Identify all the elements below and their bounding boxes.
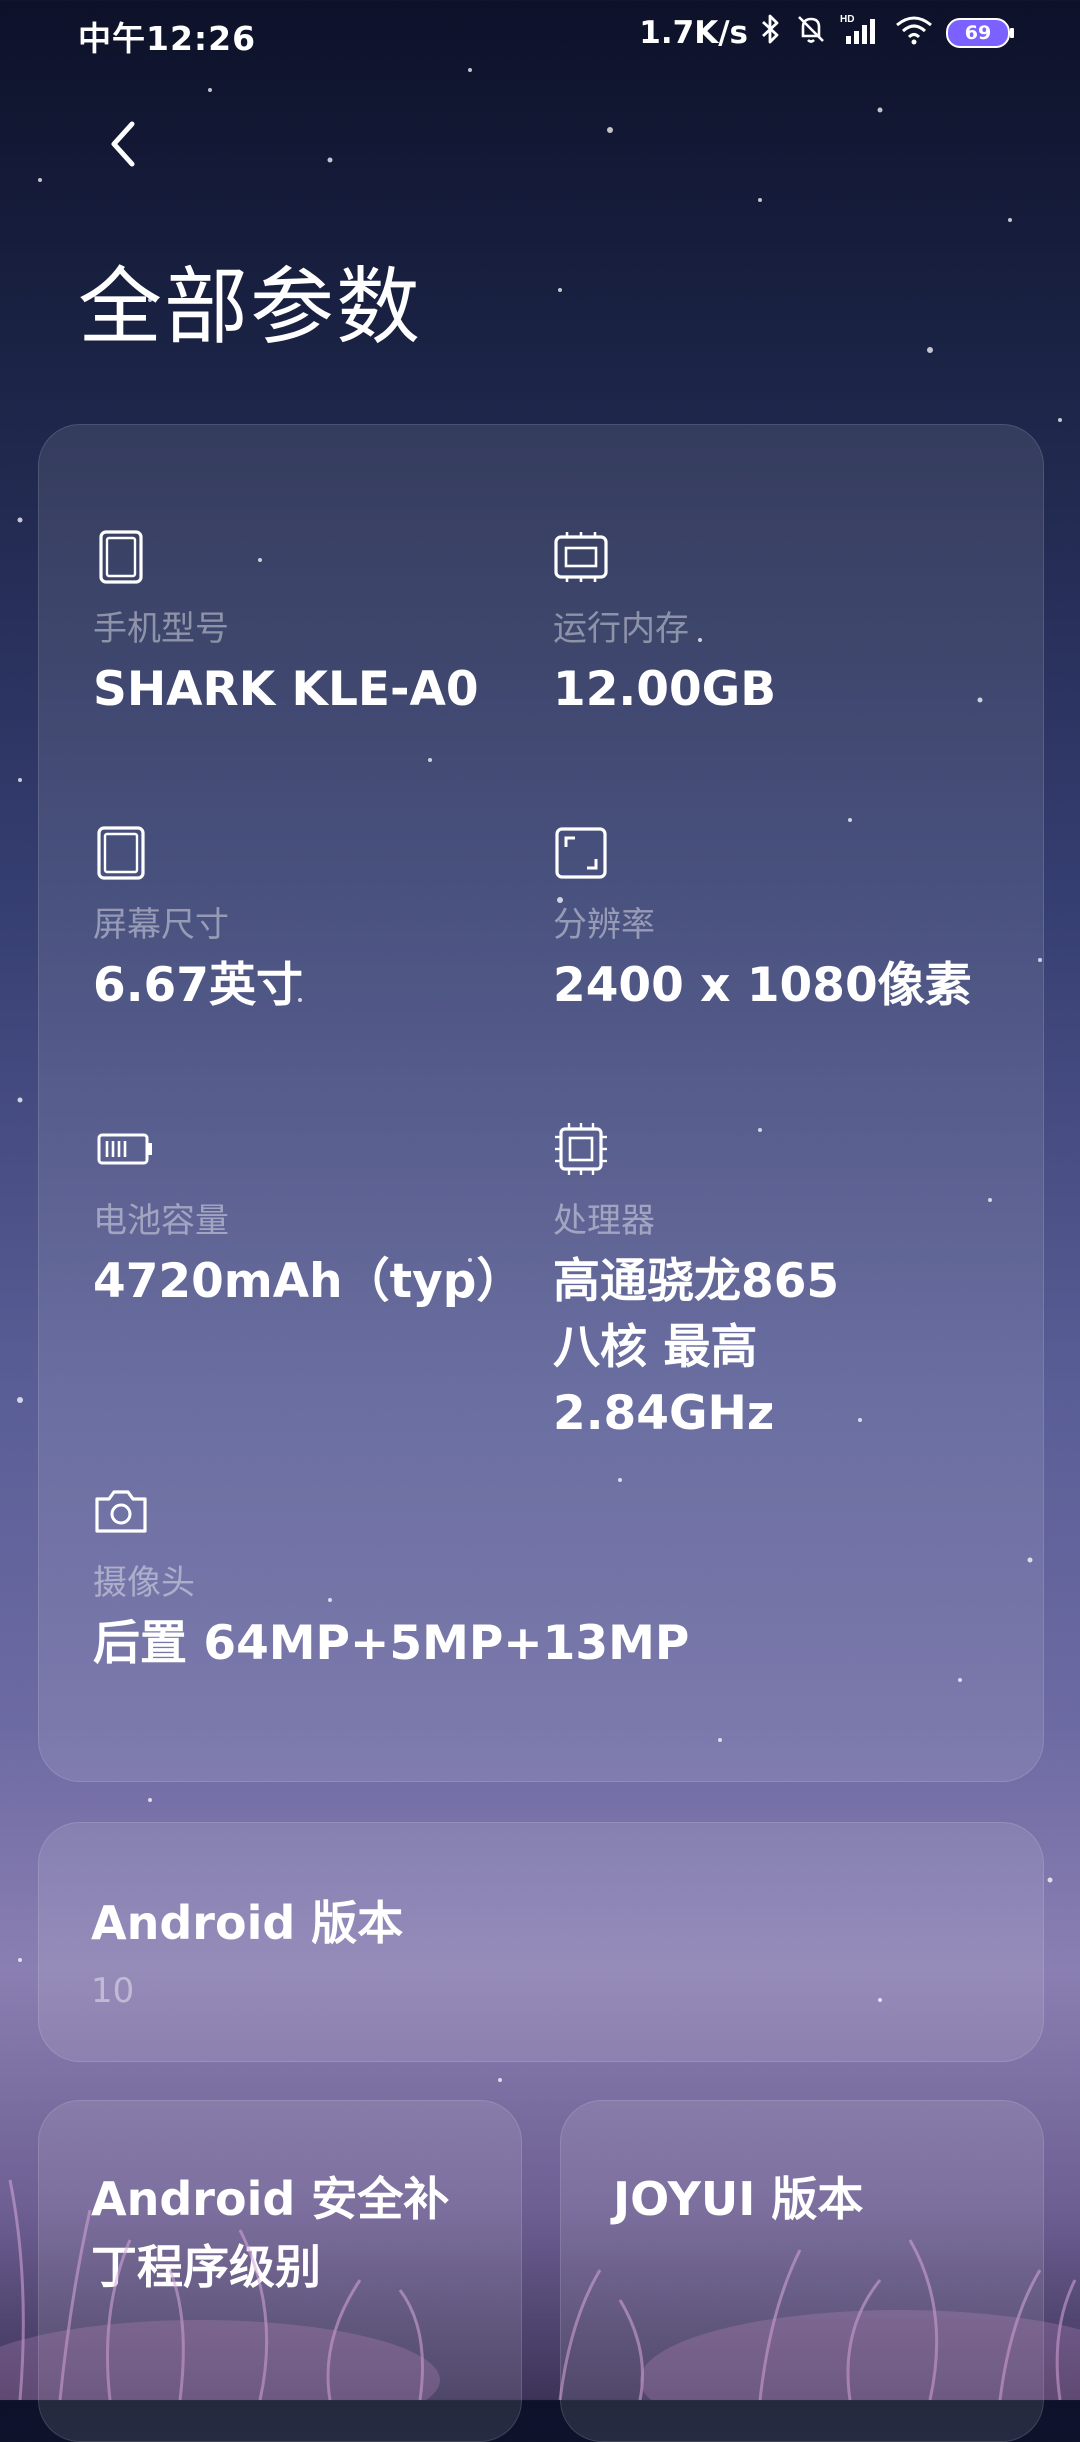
security-patch-title-line1: Android 安全补: [91, 2172, 450, 2226]
spec-value: 2400 x 1080像素: [553, 958, 972, 1013]
spec-ram[interactable]: 运行内存 12.00GB: [553, 529, 993, 723]
status-time: 中午12:26: [78, 19, 257, 58]
spec-value: 4720mAh（typ）: [93, 1254, 524, 1309]
security-patch-title: Android 安全补 丁程序级别: [91, 2165, 491, 2301]
android-version-value: 10: [91, 1971, 135, 2011]
spec-battery-capacity[interactable]: 电池容量 4720mAh（typ）: [93, 1121, 533, 1315]
spec-value: 6.67英寸: [93, 958, 303, 1013]
screen-icon: [97, 826, 145, 880]
chevron-left-icon: [111, 121, 135, 167]
status-indicators: 1.7K/s HD 69: [639, 12, 1014, 54]
processor-icon: [555, 1123, 607, 1175]
android-version-title: Android 版本: [91, 1896, 404, 1950]
hd-signal-icon: HD: [840, 12, 882, 54]
spec-label: 手机型号: [93, 609, 229, 649]
back-button[interactable]: [96, 118, 148, 170]
memory-chip-icon: [554, 532, 608, 582]
android-version-card[interactable]: Android 版本 10: [38, 1822, 1044, 2062]
processor-cores: 八核 最高 2.84GHz: [553, 1320, 775, 1441]
spec-label: 屏幕尺寸: [93, 905, 229, 945]
spec-label: 分辨率: [553, 905, 655, 945]
security-patch-title-line2: 丁程序级别: [91, 2240, 321, 2294]
spec-screen-size[interactable]: 屏幕尺寸 6.67英寸: [93, 825, 533, 1019]
spec-value: 高通骁龙865 八核 最高 2.84GHz: [553, 1249, 993, 1447]
page-title: 全部参数: [78, 258, 423, 356]
joyui-version-card[interactable]: JOYUI 版本: [560, 2100, 1044, 2442]
battery-capacity-icon: [97, 1133, 152, 1165]
mute-bell-icon: [794, 12, 828, 54]
phone-icon: [99, 530, 143, 584]
spec-label: 摄像头: [93, 1563, 195, 1603]
network-speed: 1.7K/s: [639, 15, 748, 51]
spec-label: 运行内存: [553, 609, 689, 649]
wifi-icon: [894, 13, 934, 53]
resolution-icon: [555, 827, 607, 879]
spec-camera[interactable]: 摄像头 后置 64MP+5MP+13MP: [93, 1483, 893, 1677]
security-patch-card[interactable]: Android 安全补 丁程序级别: [38, 2100, 522, 2442]
spec-value: 后置 64MP+5MP+13MP: [93, 1616, 690, 1671]
svg-text:HD: HD: [840, 14, 854, 25]
camera-icon: [95, 1490, 147, 1533]
processor-model: 高通骁龙865: [553, 1254, 840, 1309]
battery-icon: 69: [946, 18, 1014, 48]
bluetooth-icon: [760, 13, 782, 53]
spec-resolution[interactable]: 分辨率 2400 x 1080像素: [553, 825, 993, 1019]
spec-processor[interactable]: 处理器 高通骁龙865 八核 最高 2.84GHz: [553, 1121, 993, 1447]
spec-phone-model[interactable]: 手机型号 SHARK KLE-A0: [93, 529, 533, 723]
status-bar: 中午12:26 1.7K/s HD 69: [0, 0, 1080, 64]
spec-value: SHARK KLE-A0: [93, 662, 479, 717]
spec-label: 处理器: [553, 1201, 655, 1241]
spec-value: 12.00GB: [553, 662, 777, 717]
specs-card: 手机型号 SHARK KLE-A0 运行内存 12.00GB 屏幕尺寸 6.67…: [38, 424, 1044, 1782]
joyui-version-title: JOYUI 版本: [613, 2172, 864, 2226]
spec-label: 电池容量: [93, 1201, 229, 1241]
